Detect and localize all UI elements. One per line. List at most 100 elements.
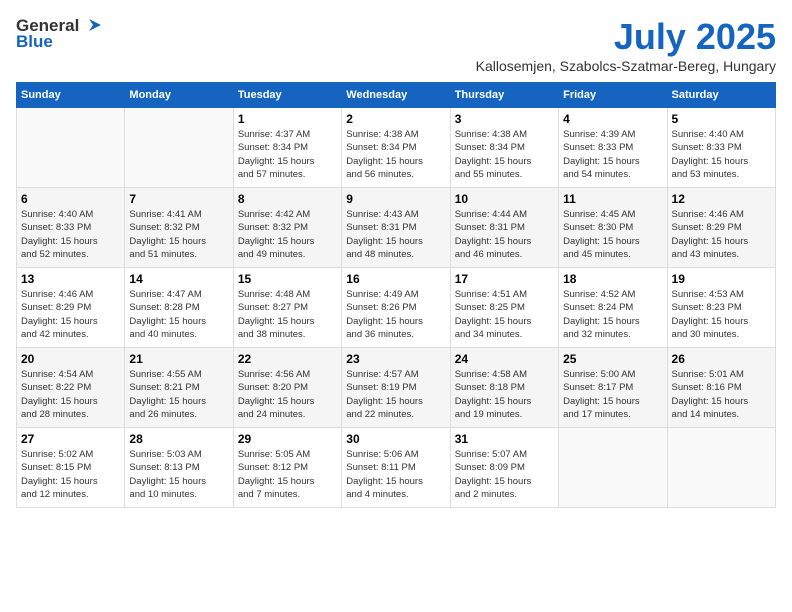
day-info: Sunrise: 4:57 AM Sunset: 8:19 PM Dayligh… bbox=[346, 368, 445, 421]
day-info: Sunrise: 4:54 AM Sunset: 8:22 PM Dayligh… bbox=[21, 368, 120, 421]
calendar-day-cell: 4 Sunrise: 4:39 AM Sunset: 8:33 PM Daylig… bbox=[559, 108, 667, 188]
day-number: 27 bbox=[21, 432, 120, 446]
day-number: 26 bbox=[672, 352, 771, 366]
day-number: 16 bbox=[346, 272, 445, 286]
day-number: 5 bbox=[672, 112, 771, 126]
header-sunday: Sunday bbox=[17, 83, 125, 108]
day-number: 9 bbox=[346, 192, 445, 206]
calendar-day-cell bbox=[125, 108, 233, 188]
title-section: July 2025 Kallosemjen, Szabolcs-Szatmar-… bbox=[476, 16, 776, 74]
day-number: 12 bbox=[672, 192, 771, 206]
day-info: Sunrise: 4:42 AM Sunset: 8:32 PM Dayligh… bbox=[238, 208, 337, 261]
day-number: 2 bbox=[346, 112, 445, 126]
day-number: 6 bbox=[21, 192, 120, 206]
calendar-day-cell: 9 Sunrise: 4:43 AM Sunset: 8:31 PM Daylig… bbox=[342, 188, 450, 268]
calendar-day-cell: 21 Sunrise: 4:55 AM Sunset: 8:21 PM Dayli… bbox=[125, 348, 233, 428]
day-info: Sunrise: 5:01 AM Sunset: 8:16 PM Dayligh… bbox=[672, 368, 771, 421]
day-number: 8 bbox=[238, 192, 337, 206]
day-info: Sunrise: 4:56 AM Sunset: 8:20 PM Dayligh… bbox=[238, 368, 337, 421]
calendar-day-cell: 17 Sunrise: 4:51 AM Sunset: 8:25 PM Dayli… bbox=[450, 268, 558, 348]
day-number: 14 bbox=[129, 272, 228, 286]
day-info: Sunrise: 4:58 AM Sunset: 8:18 PM Dayligh… bbox=[455, 368, 554, 421]
day-number: 21 bbox=[129, 352, 228, 366]
day-number: 18 bbox=[563, 272, 662, 286]
month-title: July 2025 bbox=[476, 16, 776, 58]
day-number: 25 bbox=[563, 352, 662, 366]
calendar-day-cell: 12 Sunrise: 4:46 AM Sunset: 8:29 PM Dayli… bbox=[667, 188, 775, 268]
day-info: Sunrise: 5:03 AM Sunset: 8:13 PM Dayligh… bbox=[129, 448, 228, 501]
header-saturday: Saturday bbox=[667, 83, 775, 108]
day-number: 20 bbox=[21, 352, 120, 366]
day-info: Sunrise: 4:51 AM Sunset: 8:25 PM Dayligh… bbox=[455, 288, 554, 341]
calendar-day-cell: 22 Sunrise: 4:56 AM Sunset: 8:20 PM Dayli… bbox=[233, 348, 341, 428]
day-number: 28 bbox=[129, 432, 228, 446]
day-info: Sunrise: 5:07 AM Sunset: 8:09 PM Dayligh… bbox=[455, 448, 554, 501]
day-number: 15 bbox=[238, 272, 337, 286]
calendar-day-cell: 15 Sunrise: 4:48 AM Sunset: 8:27 PM Dayli… bbox=[233, 268, 341, 348]
day-info: Sunrise: 4:38 AM Sunset: 8:34 PM Dayligh… bbox=[455, 128, 554, 181]
day-info: Sunrise: 5:05 AM Sunset: 8:12 PM Dayligh… bbox=[238, 448, 337, 501]
calendar-header-row: Sunday Monday Tuesday Wednesday Thursday… bbox=[17, 83, 776, 108]
calendar-day-cell: 31Sunrise: 5:07 AM Sunset: 8:09 PM Dayli… bbox=[450, 428, 558, 508]
day-number: 30 bbox=[346, 432, 445, 446]
calendar-day-cell: 10 Sunrise: 4:44 AM Sunset: 8:31 PM Dayli… bbox=[450, 188, 558, 268]
day-number: 22 bbox=[238, 352, 337, 366]
calendar-week-row: 20 Sunrise: 4:54 AM Sunset: 8:22 PM Dayli… bbox=[17, 348, 776, 428]
calendar-table: Sunday Monday Tuesday Wednesday Thursday… bbox=[16, 82, 776, 508]
logo: General Blue bbox=[16, 16, 101, 52]
calendar-day-cell: 30 Sunrise: 5:06 AM Sunset: 8:11 PM Dayli… bbox=[342, 428, 450, 508]
day-number: 24 bbox=[455, 352, 554, 366]
day-number: 29 bbox=[238, 432, 337, 446]
day-info: Sunrise: 4:49 AM Sunset: 8:26 PM Dayligh… bbox=[346, 288, 445, 341]
header-wednesday: Wednesday bbox=[342, 83, 450, 108]
calendar-day-cell bbox=[667, 428, 775, 508]
calendar-week-row: 6Sunrise: 4:40 AM Sunset: 8:33 PM Daylig… bbox=[17, 188, 776, 268]
location-title: Kallosemjen, Szabolcs-Szatmar-Bereg, Hun… bbox=[476, 58, 776, 74]
day-info: Sunrise: 4:48 AM Sunset: 8:27 PM Dayligh… bbox=[238, 288, 337, 341]
day-info: Sunrise: 4:44 AM Sunset: 8:31 PM Dayligh… bbox=[455, 208, 554, 261]
day-info: Sunrise: 4:53 AM Sunset: 8:23 PM Dayligh… bbox=[672, 288, 771, 341]
calendar-day-cell: 8 Sunrise: 4:42 AM Sunset: 8:32 PM Daylig… bbox=[233, 188, 341, 268]
day-info: Sunrise: 4:39 AM Sunset: 8:33 PM Dayligh… bbox=[563, 128, 662, 181]
day-info: Sunrise: 5:00 AM Sunset: 8:17 PM Dayligh… bbox=[563, 368, 662, 421]
header-friday: Friday bbox=[559, 83, 667, 108]
calendar-day-cell: 6Sunrise: 4:40 AM Sunset: 8:33 PM Daylig… bbox=[17, 188, 125, 268]
day-info: Sunrise: 4:52 AM Sunset: 8:24 PM Dayligh… bbox=[563, 288, 662, 341]
day-number: 19 bbox=[672, 272, 771, 286]
day-number: 23 bbox=[346, 352, 445, 366]
calendar-week-row: 1Sunrise: 4:37 AM Sunset: 8:34 PM Daylig… bbox=[17, 108, 776, 188]
calendar-week-row: 27Sunrise: 5:02 AM Sunset: 8:15 PM Dayli… bbox=[17, 428, 776, 508]
calendar-day-cell: 19 Sunrise: 4:53 AM Sunset: 8:23 PM Dayli… bbox=[667, 268, 775, 348]
calendar-day-cell: 7Sunrise: 4:41 AM Sunset: 8:32 PM Daylig… bbox=[125, 188, 233, 268]
day-info: Sunrise: 4:55 AM Sunset: 8:21 PM Dayligh… bbox=[129, 368, 228, 421]
day-info: Sunrise: 4:40 AM Sunset: 8:33 PM Dayligh… bbox=[672, 128, 771, 181]
calendar-day-cell: 2Sunrise: 4:38 AM Sunset: 8:34 PM Daylig… bbox=[342, 108, 450, 188]
calendar-week-row: 13 Sunrise: 4:46 AM Sunset: 8:29 PM Dayli… bbox=[17, 268, 776, 348]
calendar-day-cell: 16 Sunrise: 4:49 AM Sunset: 8:26 PM Dayli… bbox=[342, 268, 450, 348]
page-header: General Blue July 2025 Kallosemjen, Szab… bbox=[16, 16, 776, 74]
calendar-day-cell: 13 Sunrise: 4:46 AM Sunset: 8:29 PM Dayli… bbox=[17, 268, 125, 348]
day-number: 17 bbox=[455, 272, 554, 286]
calendar-day-cell: 14Sunrise: 4:47 AM Sunset: 8:28 PM Dayli… bbox=[125, 268, 233, 348]
day-info: Sunrise: 4:37 AM Sunset: 8:34 PM Dayligh… bbox=[238, 128, 337, 181]
calendar-day-cell: 23 Sunrise: 4:57 AM Sunset: 8:19 PM Dayli… bbox=[342, 348, 450, 428]
day-info: Sunrise: 4:46 AM Sunset: 8:29 PM Dayligh… bbox=[21, 288, 120, 341]
day-number: 13 bbox=[21, 272, 120, 286]
day-info: Sunrise: 4:43 AM Sunset: 8:31 PM Dayligh… bbox=[346, 208, 445, 261]
header-thursday: Thursday bbox=[450, 83, 558, 108]
day-info: Sunrise: 5:06 AM Sunset: 8:11 PM Dayligh… bbox=[346, 448, 445, 501]
calendar-day-cell: 11Sunrise: 4:45 AM Sunset: 8:30 PM Dayli… bbox=[559, 188, 667, 268]
calendar-day-cell: 25 Sunrise: 5:00 AM Sunset: 8:17 PM Dayli… bbox=[559, 348, 667, 428]
calendar-day-cell: 1Sunrise: 4:37 AM Sunset: 8:34 PM Daylig… bbox=[233, 108, 341, 188]
day-info: Sunrise: 4:45 AM Sunset: 8:30 PM Dayligh… bbox=[563, 208, 662, 261]
calendar-day-cell: 29 Sunrise: 5:05 AM Sunset: 8:12 PM Dayli… bbox=[233, 428, 341, 508]
day-number: 4 bbox=[563, 112, 662, 126]
day-info: Sunrise: 4:46 AM Sunset: 8:29 PM Dayligh… bbox=[672, 208, 771, 261]
calendar-day-cell: 24 Sunrise: 4:58 AM Sunset: 8:18 PM Dayli… bbox=[450, 348, 558, 428]
calendar-day-cell: 3Sunrise: 4:38 AM Sunset: 8:34 PM Daylig… bbox=[450, 108, 558, 188]
calendar-day-cell: 27Sunrise: 5:02 AM Sunset: 8:15 PM Dayli… bbox=[17, 428, 125, 508]
day-number: 10 bbox=[455, 192, 554, 206]
calendar-day-cell bbox=[17, 108, 125, 188]
logo-blue-text: Blue bbox=[16, 32, 53, 52]
day-info: Sunrise: 4:41 AM Sunset: 8:32 PM Dayligh… bbox=[129, 208, 228, 261]
